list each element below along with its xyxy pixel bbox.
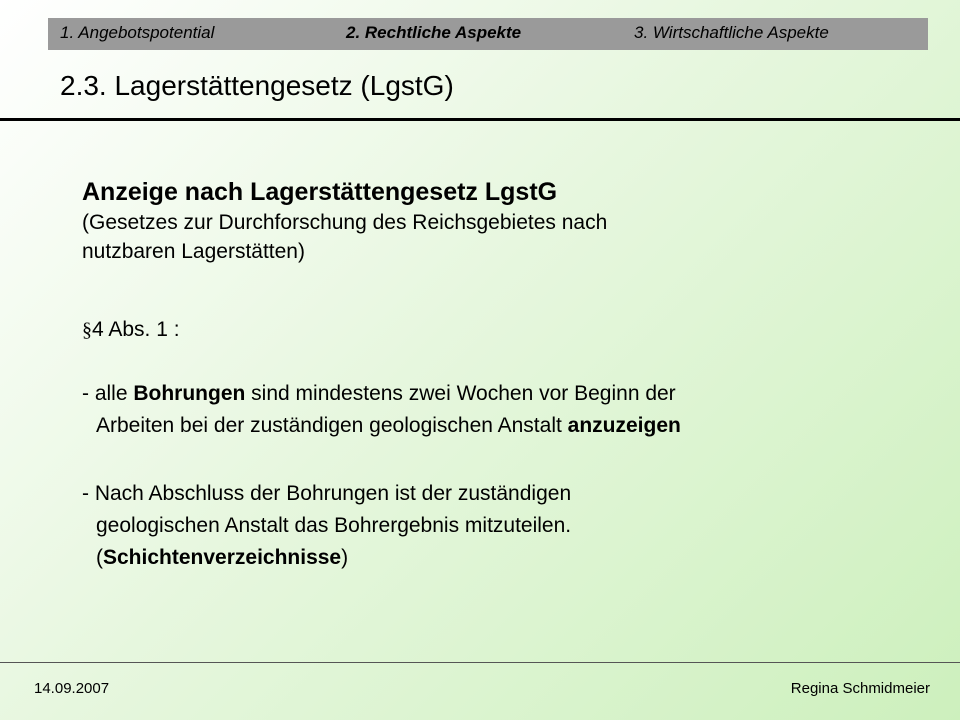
slide-title: 2.3. Lagerstättengesetz (LgstG) <box>60 70 454 101</box>
bullet-2-line-3: (Schichtenverzeichnisse) <box>82 542 571 574</box>
title-divider <box>0 118 960 121</box>
bullet-1-middle: sind mindestens zwei Wochen vor Beginn d… <box>245 382 676 405</box>
nav-tab-wirtschaftliche-aspekte[interactable]: 3. Wirtschaftliche Aspekte <box>634 23 829 43</box>
bullet-2-line-1: - Nach Abschluss der Bohrungen ist der z… <box>82 482 572 505</box>
bullet-1-line-2-text: Arbeiten bei der zuständigen geologische… <box>96 414 568 437</box>
intro-block: Anzeige nach Lagerstättengesetz LgstG (G… <box>82 176 882 266</box>
paragraph-reference: §4 Abs. 1 : <box>82 318 180 342</box>
bullet-1-line-2: Arbeiten bei der zuständigen geologische… <box>82 410 681 442</box>
heading-subline-1: (Gesetzes zur Durchforschung des Reichsg… <box>82 211 608 234</box>
footer-author: Regina Schmidmeier <box>790 680 930 697</box>
section-symbol: § <box>82 319 92 341</box>
nav-tab-angebotspotential[interactable]: 1. Angebotspotential <box>60 23 214 43</box>
content-heading: Anzeige nach Lagerstättengesetz LgstG <box>82 178 558 206</box>
bullet-2-line-2: geologischen Anstalt das Bohrergebnis mi… <box>96 514 572 537</box>
bullet-1-prefix: - alle <box>82 382 134 405</box>
footer-divider <box>0 662 960 663</box>
paragraph-reference-text: 4 Abs. 1 : <box>92 318 180 341</box>
bullet-1-bold-bohrungen: Bohrungen <box>133 382 246 405</box>
bullet-2-bold-schichtenverzeichnisse: Schichtenverzeichnisse <box>103 546 342 569</box>
section-nav-bar: 1. Angebotspotential 2. Rechtliche Aspek… <box>48 18 928 50</box>
bullet-2-close-paren: ) <box>341 546 349 569</box>
bullet-item-1: - alle Bohrungen sind mindestens zwei Wo… <box>82 378 681 442</box>
nav-tab-rechtliche-aspekte[interactable]: 2. Rechtliche Aspekte <box>346 23 521 43</box>
bullet-1-bold-anzuzeigen: anzuzeigen <box>567 414 681 437</box>
bullet-item-2: - Nach Abschluss der Bohrungen ist der z… <box>82 478 571 574</box>
bullet-2-open-paren: ( <box>96 546 103 569</box>
heading-subline-2: nutzbaren Lagerstätten) <box>82 240 305 263</box>
footer-date: 14.09.2007 <box>34 680 110 697</box>
